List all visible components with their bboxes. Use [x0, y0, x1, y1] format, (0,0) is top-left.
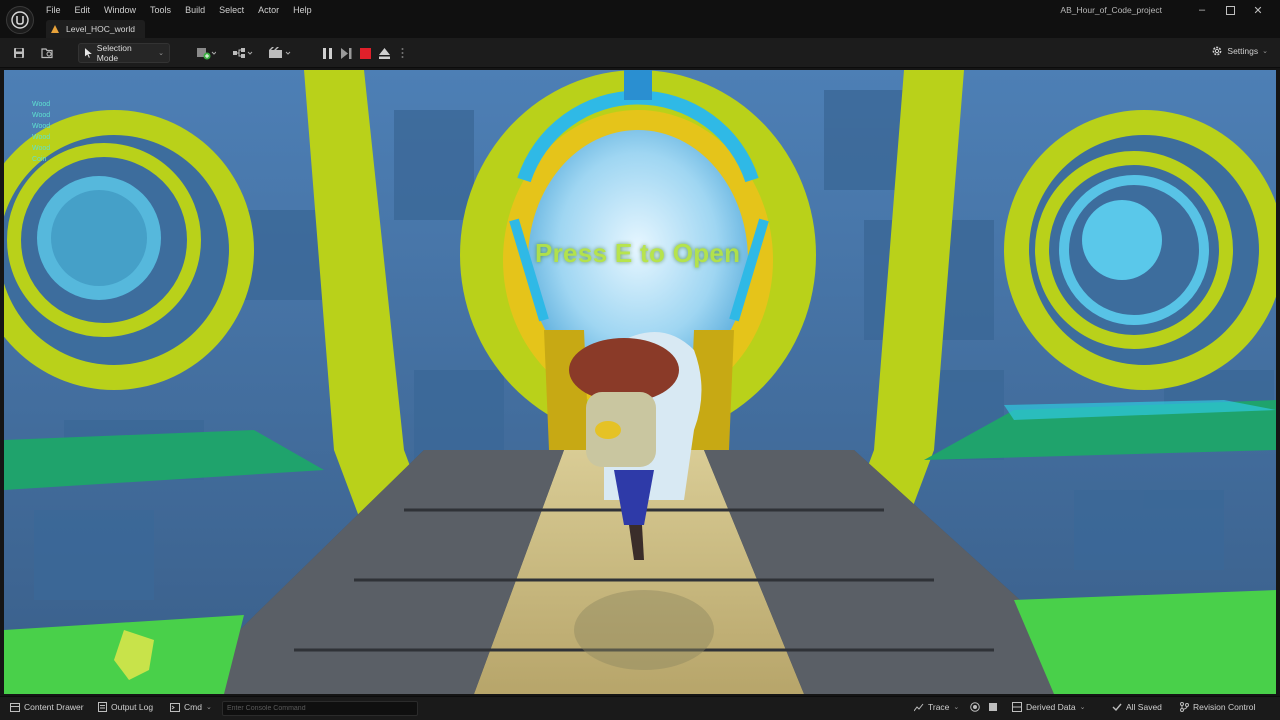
game-scene [4, 70, 1276, 694]
derived-data-dropdown[interactable]: Derived Data ⌄ [1012, 702, 1085, 712]
chevron-down-icon: ⌄ [1262, 48, 1268, 55]
menu-file[interactable]: File [46, 3, 69, 15]
trace-label: Trace [928, 702, 950, 712]
add-actor-icon[interactable] [193, 44, 219, 62]
maximize-icon[interactable] [1216, 0, 1244, 20]
branch-icon [1180, 702, 1189, 712]
project-name: AB_Hour_of_Code_project [1060, 5, 1162, 15]
debug-messages: Wood Wood Wood Wood Wood Coin [32, 100, 50, 165]
selection-mode-dropdown[interactable]: Selection Mode ⌄ [78, 43, 170, 63]
debug-line: Wood [32, 101, 51, 108]
interact-prompt: Press E to Open [535, 238, 741, 268]
menu-select[interactable]: Select [219, 3, 252, 15]
browse-icon[interactable] [38, 44, 56, 62]
level-viewport[interactable]: Press E to Open Wood Wood Wood Wood Wood… [4, 70, 1276, 694]
chevron-down-icon: ⌄ [1079, 704, 1086, 711]
output-log-label: Output Log [111, 702, 154, 712]
more-options-icon[interactable] [397, 44, 407, 62]
record-icon[interactable] [970, 702, 980, 712]
debug-line: Wood [32, 112, 51, 119]
chevron-down-icon: ⌄ [158, 50, 164, 57]
blueprint-icon[interactable] [230, 44, 256, 62]
trace-icon [914, 703, 924, 711]
settings-label: Settings [1227, 46, 1259, 56]
menu-tools[interactable]: Tools [150, 3, 179, 15]
terminal-icon [170, 702, 180, 712]
menu-build[interactable]: Build [185, 3, 213, 15]
level-icon [51, 25, 59, 33]
debug-line: Wood [32, 123, 51, 130]
unreal-logo-icon[interactable] [6, 6, 34, 34]
debug-line: Wood [32, 134, 51, 141]
revision-control-button[interactable]: Revision Control [1180, 702, 1255, 712]
menu-edit[interactable]: Edit [75, 3, 99, 15]
status-bar: Content Drawer Output Log Cmd ⌄ Trace ⌄ … [0, 696, 1280, 720]
save-status[interactable]: All Saved [1112, 702, 1162, 712]
revision-control-label: Revision Control [1193, 702, 1256, 712]
save-icon[interactable] [10, 44, 28, 62]
database-icon [1012, 702, 1022, 712]
level-tab-label: Level_HOC_world [66, 24, 135, 34]
settings-button[interactable]: Settings ⌄ [1211, 45, 1268, 57]
content-drawer-label: Content Drawer [24, 702, 84, 712]
stop-trace-icon[interactable] [988, 702, 998, 712]
menu-help[interactable]: Help [293, 3, 320, 15]
console-command-input[interactable] [222, 701, 418, 716]
stop-icon[interactable] [358, 44, 372, 62]
menu-window[interactable]: Window [104, 3, 144, 15]
cursor-icon [84, 48, 92, 58]
debug-line: Coin [32, 156, 47, 163]
chevron-down-icon: ⌄ [205, 704, 212, 711]
cinematics-icon[interactable] [266, 44, 294, 62]
title-bar: File Edit Window Tools Build Select Acto… [0, 0, 1280, 38]
selection-mode-label: Selection Mode [96, 43, 132, 63]
output-log-icon [98, 702, 107, 712]
content-drawer-icon [10, 702, 20, 712]
cmd-dropdown[interactable]: Cmd ⌄ [170, 702, 212, 712]
gear-icon [1213, 46, 1222, 56]
eject-icon[interactable] [377, 44, 391, 62]
close-icon[interactable]: ✕ [1244, 0, 1272, 20]
debug-line: Wood [32, 145, 51, 152]
all-saved-icon [1112, 703, 1122, 712]
trace-dropdown[interactable]: Trace ⌄ [914, 702, 959, 712]
step-frame-icon[interactable] [339, 44, 353, 62]
main-toolbar: Selection Mode ⌄ Settings ⌄ [0, 38, 1280, 68]
menu-actor[interactable]: Actor [258, 3, 287, 15]
pause-icon[interactable] [320, 44, 334, 62]
content-drawer-button[interactable]: Content Drawer [10, 702, 84, 712]
level-tab[interactable]: Level_HOC_world [46, 20, 145, 38]
derived-data-label: Derived Data [1026, 702, 1076, 712]
window-controls: – ✕ [1188, 0, 1272, 20]
all-saved-label: All Saved [1126, 702, 1162, 712]
output-log-button[interactable]: Output Log [98, 702, 153, 712]
minimize-icon[interactable]: – [1188, 0, 1216, 20]
cmd-label: Cmd [184, 702, 202, 712]
chevron-down-icon: ⌄ [953, 704, 960, 711]
menu-bar: File Edit Window Tools Build Select Acto… [46, 3, 326, 15]
